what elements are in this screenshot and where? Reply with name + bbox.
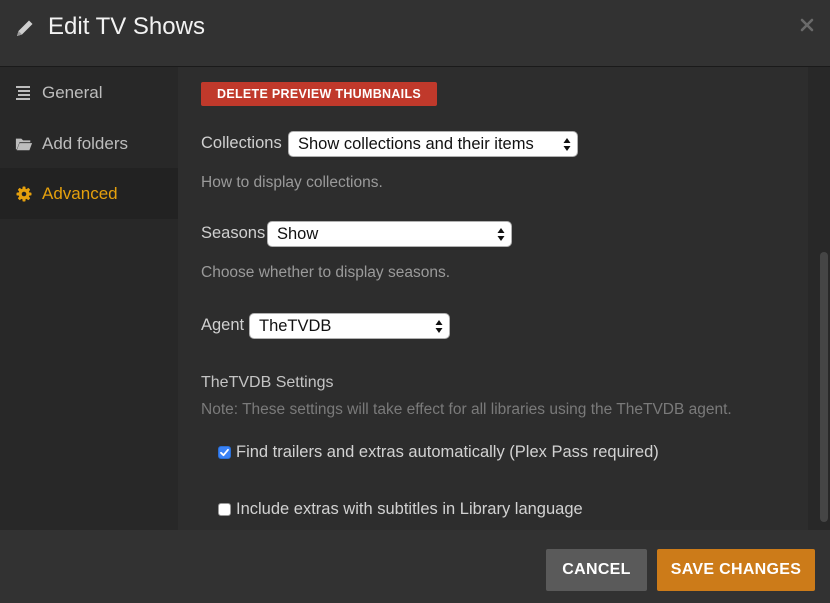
select-arrows-icon bbox=[497, 228, 505, 241]
pencil-icon bbox=[17, 20, 33, 36]
seasons-select[interactable]: Show bbox=[267, 221, 512, 247]
find-trailers-option[interactable]: Find trailers and extras automatically (… bbox=[218, 443, 659, 462]
collections-select[interactable]: Show collections and their items bbox=[288, 131, 578, 157]
sidebar-item-label: Advanced bbox=[42, 183, 118, 203]
agent-settings-note: Note: These settings will take effect fo… bbox=[201, 401, 732, 418]
include-extras-option[interactable]: Include extras with subtitles in Library… bbox=[218, 500, 583, 519]
include-extras-checkbox[interactable] bbox=[218, 503, 231, 516]
seasons-select-value: Show bbox=[277, 224, 319, 243]
sidebar-item-advanced[interactable]: Advanced bbox=[0, 168, 178, 219]
settings-panel: DELETE PREVIEW THUMBNAILS Collections Sh… bbox=[178, 67, 808, 530]
sidebar-item-add-folders[interactable]: Add folders bbox=[0, 118, 178, 169]
sidebar-item-label: General bbox=[42, 82, 103, 102]
cancel-button[interactable]: CANCEL bbox=[546, 549, 647, 591]
save-changes-button[interactable]: SAVE CHANGES bbox=[657, 549, 815, 591]
sidebar-item-label: Add folders bbox=[42, 133, 128, 153]
dialog-footer: CANCEL SAVE CHANGES bbox=[0, 530, 830, 603]
list-icon bbox=[15, 84, 33, 102]
agent-label: Agent bbox=[201, 316, 245, 334]
collections-select-value: Show collections and their items bbox=[298, 134, 534, 153]
find-trailers-checkbox[interactable] bbox=[218, 446, 231, 459]
include-extras-label: Include extras with subtitles in Library… bbox=[236, 500, 583, 518]
collections-label: Collections bbox=[201, 134, 282, 152]
gear-icon bbox=[15, 185, 33, 203]
close-icon[interactable] bbox=[800, 18, 814, 32]
select-arrows-icon bbox=[435, 320, 443, 333]
scrollbar-thumb[interactable] bbox=[820, 252, 828, 522]
find-trailers-label: Find trailers and extras automatically (… bbox=[236, 443, 659, 461]
delete-preview-thumbnails-button[interactable]: DELETE PREVIEW THUMBNAILS bbox=[201, 82, 438, 106]
folder-icon bbox=[15, 135, 33, 153]
select-arrows-icon bbox=[563, 138, 571, 151]
dialog-header: Edit TV Shows bbox=[0, 0, 830, 67]
agent-select-value: TheTVDB bbox=[259, 316, 332, 335]
seasons-help: Choose whether to display seasons. bbox=[201, 264, 451, 281]
collections-help: How to display collections. bbox=[201, 174, 383, 191]
agent-select[interactable]: TheTVDB bbox=[249, 313, 450, 339]
sidebar-item-general[interactable]: General bbox=[0, 67, 178, 118]
sidebar: General Add folders Advanced bbox=[0, 67, 178, 530]
agent-settings-title: TheTVDB Settings bbox=[201, 374, 334, 391]
scrollbar[interactable] bbox=[808, 67, 830, 530]
seasons-label: Seasons bbox=[201, 224, 266, 242]
dialog-title: Edit TV Shows bbox=[48, 13, 205, 40]
